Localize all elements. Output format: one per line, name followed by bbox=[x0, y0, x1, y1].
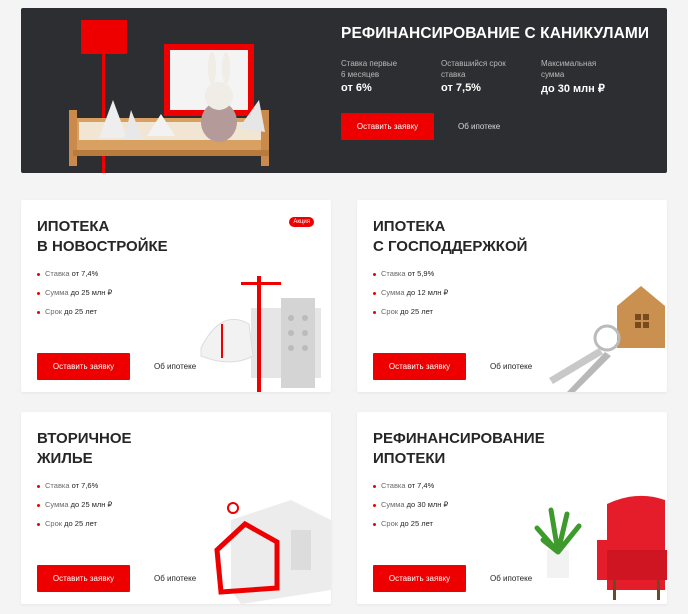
about-link[interactable]: Об ипотеке bbox=[154, 362, 196, 371]
condition-value: до 25 лет bbox=[64, 519, 97, 528]
hero-stat-rate-first: Ставка первые 6 месяцев от 6% bbox=[341, 58, 441, 95]
list-item: Сумма до 30 млн ₽ bbox=[373, 501, 448, 509]
bed-toy-illustration bbox=[69, 20, 269, 173]
condition-label: Ставка bbox=[381, 481, 406, 490]
about-link[interactable]: Об ипотеке bbox=[154, 574, 196, 583]
list-item: Ставка от 7,4% bbox=[373, 482, 448, 490]
hero-stat-value: от 6% bbox=[341, 82, 372, 94]
condition-value: до 25 лет bbox=[400, 519, 433, 528]
card-new-building[interactable]: Акция Ипотека в новостройке Ставка от 7,… bbox=[21, 200, 331, 392]
condition-label: Сумма bbox=[381, 288, 405, 297]
card-conditions: Ставка от 5,9% Сумма до 12 млн ₽ Срок до… bbox=[373, 270, 448, 327]
promo-badge: Акция bbox=[289, 217, 314, 227]
card-secondary-housing[interactable]: Вторичное жилье Ставка от 7,6% Сумма до … bbox=[21, 412, 331, 604]
mortgage-offers-page: Рефинансирование с каникулами Ставка пер… bbox=[0, 0, 688, 614]
list-item: Ставка от 7,4% bbox=[37, 270, 112, 278]
list-item: Срок до 25 лет bbox=[373, 520, 448, 528]
condition-label: Ставка bbox=[381, 269, 406, 278]
condition-label: Срок bbox=[45, 519, 63, 528]
hero-stat-value: до 30 млн ₽ bbox=[541, 83, 605, 95]
condition-value: от 7,4% bbox=[71, 269, 99, 278]
condition-value: от 7,6% bbox=[71, 481, 99, 490]
condition-value: от 5,9% bbox=[407, 269, 435, 278]
condition-label: Ставка bbox=[45, 481, 70, 490]
list-item: Сумма до 25 млн ₽ bbox=[37, 289, 112, 297]
condition-value: до 25 лет bbox=[400, 307, 433, 316]
card-refinancing[interactable]: Рефинансирование ипотеки Ставка от 7,4% … bbox=[357, 412, 667, 604]
condition-value: до 12 млн ₽ bbox=[406, 288, 449, 297]
crane-construction-illustration bbox=[200, 276, 321, 392]
about-link[interactable]: Об ипотеке bbox=[490, 362, 532, 371]
hero-stat-max-sum: Максимальная сумма до 30 млн ₽ bbox=[541, 58, 641, 95]
list-item: Ставка от 7,6% bbox=[37, 482, 112, 490]
list-item: Сумма до 12 млн ₽ bbox=[373, 289, 448, 297]
apply-button[interactable]: Оставить заявку bbox=[37, 353, 130, 380]
house-frame-illustration bbox=[214, 500, 331, 604]
card-conditions: Ставка от 7,4% Сумма до 25 млн ₽ Срок до… bbox=[37, 270, 112, 327]
condition-label: Срок bbox=[45, 307, 63, 316]
card-actions: Оставить заявку Об ипотеке bbox=[37, 565, 196, 592]
condition-value: до 25 млн ₽ bbox=[70, 288, 113, 297]
condition-label: Ставка bbox=[45, 269, 70, 278]
card-title: Ипотека с господдержкой bbox=[373, 218, 528, 255]
condition-value: до 25 млн ₽ bbox=[70, 500, 113, 509]
hero-stat-label: Оставшийся срок ставка bbox=[441, 59, 506, 79]
apply-button[interactable]: Оставить заявку bbox=[373, 353, 466, 380]
hero-stat-label: Максимальная сумма bbox=[541, 59, 597, 79]
hero-content: Рефинансирование с каникулами Ставка пер… bbox=[341, 24, 661, 140]
about-link[interactable]: Об ипотеке bbox=[490, 574, 532, 583]
hero-banner[interactable]: Рефинансирование с каникулами Ставка пер… bbox=[21, 8, 667, 173]
hero-stat-value: от 7,5% bbox=[441, 82, 481, 94]
hero-about-link[interactable]: Об ипотеке bbox=[458, 122, 500, 131]
keys-house-illustration bbox=[549, 286, 665, 392]
hero-apply-button[interactable]: Оставить заявку bbox=[341, 113, 434, 140]
armchair-plant-illustration bbox=[534, 495, 667, 600]
card-title: Вторичное жилье bbox=[37, 430, 132, 467]
condition-label: Срок bbox=[381, 519, 399, 528]
card-actions: Оставить заявку Об ипотеке bbox=[373, 565, 532, 592]
condition-label: Срок bbox=[381, 307, 399, 316]
condition-label: Сумма bbox=[45, 500, 69, 509]
card-title: Рефинансирование ипотеки bbox=[373, 430, 545, 467]
apply-button[interactable]: Оставить заявку bbox=[37, 565, 130, 592]
list-item: Срок до 25 лет bbox=[37, 308, 112, 316]
card-state-support[interactable]: Ипотека с господдержкой Ставка от 5,9% С… bbox=[357, 200, 667, 392]
card-conditions: Ставка от 7,4% Сумма до 30 млн ₽ Срок до… bbox=[373, 482, 448, 539]
hero-actions: Оставить заявку Об ипотеке bbox=[341, 113, 661, 140]
condition-value: до 30 млн ₽ bbox=[406, 500, 449, 509]
condition-value: до 25 лет bbox=[64, 307, 97, 316]
condition-label: Сумма bbox=[45, 288, 69, 297]
card-conditions: Ставка от 7,6% Сумма до 25 млн ₽ Срок до… bbox=[37, 482, 112, 539]
apply-button[interactable]: Оставить заявку bbox=[373, 565, 466, 592]
list-item: Сумма до 25 млн ₽ bbox=[37, 501, 112, 509]
list-item: Ставка от 5,9% bbox=[373, 270, 448, 278]
hero-stat-rate-rest: Оставшийся срок ставка от 7,5% bbox=[441, 58, 541, 95]
hero-title: Рефинансирование с каникулами bbox=[341, 25, 650, 42]
condition-value: от 7,4% bbox=[407, 481, 435, 490]
card-actions: Оставить заявку Об ипотеке bbox=[37, 353, 196, 380]
card-actions: Оставить заявку Об ипотеке bbox=[373, 353, 532, 380]
list-item: Срок до 25 лет bbox=[373, 308, 448, 316]
card-title: Ипотека в новостройке bbox=[37, 218, 168, 255]
hero-stats: Ставка первые 6 месяцев от 6% Оставшийся… bbox=[341, 58, 661, 95]
condition-label: Сумма bbox=[381, 500, 405, 509]
list-item: Срок до 25 лет bbox=[37, 520, 112, 528]
hero-stat-label: Ставка первые 6 месяцев bbox=[341, 59, 398, 79]
